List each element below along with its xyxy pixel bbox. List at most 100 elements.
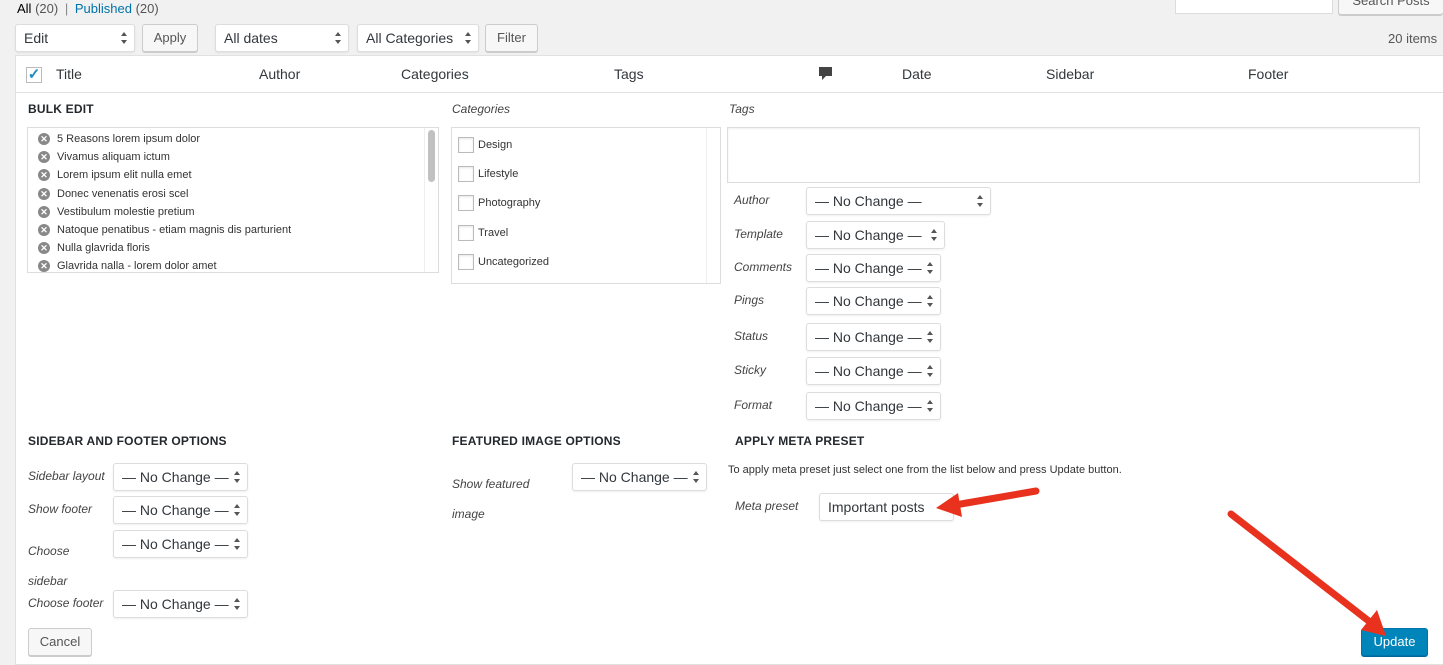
sidebar-footer-heading: SIDEBAR AND FOOTER OPTIONS: [28, 434, 227, 448]
bulk-post-item: ✕ Nulla glavrida floris: [28, 239, 438, 257]
select-arrows-icon: [926, 294, 934, 308]
meta-preset-description: To apply meta preset just select one fro…: [728, 464, 1122, 476]
remove-icon[interactable]: ✕: [38, 187, 50, 200]
bulk-edit-heading: BULK EDIT: [28, 102, 94, 116]
scrollbar[interactable]: [424, 128, 438, 272]
choose-footer-select[interactable]: — No Change —: [113, 590, 248, 618]
filter-button[interactable]: Filter: [485, 24, 538, 52]
search-posts-button[interactable]: Search Posts: [1338, 0, 1443, 15]
select-arrows-icon: [120, 31, 128, 45]
category-item[interactable]: Lifestyle: [458, 166, 518, 182]
category-item[interactable]: Photography: [458, 195, 540, 211]
post-title: Donec venenatis erosi scel: [57, 187, 189, 200]
scrollbar[interactable]: [706, 128, 720, 283]
remove-icon[interactable]: ✕: [38, 151, 50, 164]
category-item[interactable]: Uncategorized: [458, 254, 549, 270]
format-label: Format: [734, 398, 773, 412]
categories-label: Categories: [452, 102, 511, 116]
remove-icon[interactable]: ✕: [38, 260, 50, 272]
select-arrows-icon: [930, 228, 938, 242]
select-arrows-icon: [692, 470, 700, 484]
post-title: Vestibulum molestie pretium: [57, 205, 195, 218]
category-item[interactable]: Travel: [458, 225, 508, 241]
sidebar-layout-select[interactable]: — No Change —: [113, 463, 248, 491]
column-title[interactable]: Title: [56, 66, 82, 82]
update-button[interactable]: Update: [1361, 628, 1428, 656]
category-label: Photography: [478, 197, 541, 209]
bulk-post-item: ✕ Natoque penatibus - etiam magnis dis pa…: [28, 221, 438, 239]
post-title: Glavrida nalla - lorem dolor amet: [57, 260, 217, 273]
meta-preset-select[interactable]: Important posts: [819, 493, 954, 521]
status-select[interactable]: — No Change —: [806, 323, 941, 351]
featured-image-heading: FEATURED IMAGE OPTIONS: [452, 434, 621, 448]
select-arrows-icon: [464, 31, 472, 45]
category-checkbox[interactable]: [458, 195, 474, 211]
remove-icon[interactable]: ✕: [38, 205, 50, 218]
apply-button[interactable]: Apply: [142, 24, 198, 52]
bulk-action-select[interactable]: Edit: [15, 24, 135, 52]
post-title: 5 Reasons lorem ipsum dolor: [57, 133, 201, 146]
format-select[interactable]: — No Change —: [806, 392, 941, 420]
category-label: Design: [478, 139, 513, 151]
sticky-select[interactable]: — No Change —: [806, 357, 941, 385]
comments-select[interactable]: — No Change —: [806, 254, 941, 282]
category-label: Lifestyle: [478, 168, 519, 180]
column-date[interactable]: Date: [902, 66, 932, 82]
remove-icon[interactable]: ✕: [38, 169, 50, 182]
select-arrows-icon: [926, 399, 934, 413]
choose-sidebar-label: Choose sidebar: [28, 544, 70, 588]
select-all-checkbox[interactable]: ✓: [26, 67, 42, 83]
column-author: Author: [259, 66, 301, 82]
select-arrows-icon: [334, 31, 342, 45]
tags-textarea[interactable]: [727, 127, 1420, 183]
post-title: Natoque penatibus - etiam magnis dis par…: [57, 224, 292, 237]
select-arrows-icon: [926, 364, 934, 378]
bulk-posts-list[interactable]: ✕ 5 Reasons lorem ipsum dolor ✕ Vivamus ali…: [27, 127, 439, 273]
categories-select[interactable]: All Categories: [357, 24, 479, 52]
select-arrows-icon: [233, 537, 241, 551]
select-arrows-icon: [233, 597, 241, 611]
choose-footer-label: Choose footer: [28, 596, 104, 610]
category-item[interactable]: Design: [458, 137, 512, 153]
show-footer-select[interactable]: — No Change —: [113, 496, 248, 524]
comments-icon[interactable]: [818, 66, 833, 81]
category-checkbox[interactable]: [458, 137, 474, 153]
bulk-post-item: ✕ Donec venenatis erosi scel: [28, 185, 438, 203]
dates-select[interactable]: All dates: [215, 24, 349, 52]
view-published[interactable]: Published (20): [75, 1, 159, 16]
search-input[interactable]: [1175, 0, 1333, 14]
remove-icon[interactable]: ✕: [38, 224, 50, 237]
column-categories: Categories: [401, 66, 469, 82]
select-arrows-icon: [233, 503, 241, 517]
sticky-label: Sticky: [734, 363, 767, 377]
choose-sidebar-select[interactable]: — No Change —: [113, 530, 248, 558]
template-select[interactable]: — No Change —: [806, 221, 945, 249]
show-footer-label: Show footer: [28, 502, 93, 516]
post-title: Vivamus aliquam ictum: [57, 151, 170, 164]
status-label: Status: [734, 329, 769, 343]
author-select[interactable]: — No Change —: [806, 187, 991, 215]
pings-select[interactable]: — No Change —: [806, 287, 941, 315]
remove-icon[interactable]: ✕: [38, 133, 50, 146]
categories-checklist: Design Lifestyle Photography Travel Uncatego…: [451, 127, 721, 284]
bulk-post-item: ✕ 5 Reasons lorem ipsum dolor: [28, 130, 438, 148]
view-filters: All (20) | Published (20): [17, 1, 159, 16]
view-all[interactable]: All (20): [17, 1, 58, 16]
header-divider: [16, 92, 1443, 93]
category-label: Travel: [478, 227, 509, 239]
category-checkbox[interactable]: [458, 225, 474, 241]
select-arrows-icon: [233, 470, 241, 484]
meta-preset-label: Meta preset: [735, 499, 799, 513]
bulk-post-item: ✕ Vivamus aliquam ictum: [28, 148, 438, 166]
category-checkbox[interactable]: [458, 254, 474, 270]
show-featured-label: Show featured image: [452, 477, 530, 521]
category-checkbox[interactable]: [458, 166, 474, 182]
author-label: Author: [734, 193, 770, 207]
show-featured-select[interactable]: — No Change —: [572, 463, 707, 491]
column-footer: Footer: [1248, 66, 1289, 82]
pings-label: Pings: [734, 293, 765, 307]
comments-label: Comments: [734, 260, 793, 274]
remove-icon[interactable]: ✕: [38, 242, 50, 255]
meta-preset-heading: APPLY META PRESET: [735, 434, 865, 448]
cancel-button[interactable]: Cancel: [28, 628, 92, 656]
